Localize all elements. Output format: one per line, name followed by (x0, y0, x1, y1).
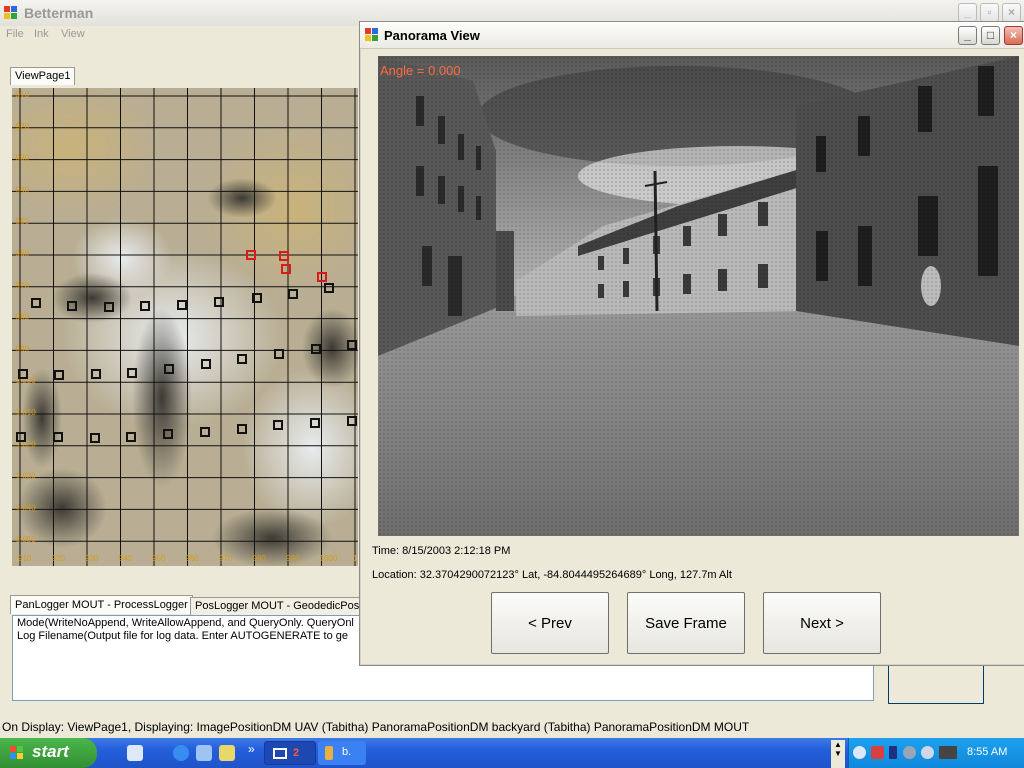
map-x-label: 910 (18, 554, 32, 563)
quicklaunch-pen-icon[interactable] (127, 745, 143, 761)
tray-settings-icon[interactable] (903, 746, 916, 759)
map-x-label: 940 (119, 554, 133, 563)
hidden-button-edge[interactable] (888, 661, 984, 704)
system-tray: 8:55 AM (848, 738, 1024, 768)
quicklaunch-more-icon[interactable]: » (248, 742, 255, 756)
tray-search-icon[interactable] (921, 746, 934, 759)
start-label: start (32, 742, 69, 761)
map-x-label: 960 (186, 554, 200, 563)
clock: 8:55 AM (967, 746, 1008, 758)
next-button[interactable]: Next > (763, 592, 881, 654)
panorama-window-icon (365, 28, 379, 42)
window-icon (273, 748, 287, 759)
main-close-button[interactable]: × (1002, 3, 1021, 22)
map-x-label: 990 (286, 554, 300, 563)
prev-button[interactable]: < Prev (491, 592, 609, 654)
tray-battery-icon[interactable] (889, 746, 897, 759)
panorama-image: Angle = 0.000 (378, 56, 1019, 536)
task-button-b-label: b. (342, 746, 352, 758)
map-y-label: -920 (13, 122, 30, 131)
taskbar: start » 2 b. 8:55 AM (0, 738, 1024, 768)
menu-file[interactable]: File (6, 28, 24, 40)
quicklaunch-media-icon[interactable] (219, 745, 235, 761)
map-y-label: -1,050 (13, 535, 36, 544)
panorama-close-button[interactable]: × (1004, 26, 1023, 45)
map-x-label: 1000 (320, 554, 338, 563)
location-readout: Location: 32.3704290072123° Lat, -84.804… (372, 569, 732, 581)
map-y-label: -990 (13, 344, 30, 353)
map-y-label: -910 (13, 90, 30, 99)
map-x-label: 920 (52, 554, 66, 563)
windows-logo-icon (10, 746, 24, 760)
map-y-label: -930 (13, 154, 30, 163)
map-y-label: -960 (13, 249, 30, 258)
menu-ink[interactable]: Ink (34, 28, 49, 40)
tab-viewpage1[interactable]: ViewPage1 (10, 67, 76, 85)
brush-icon (325, 746, 333, 760)
map-x-label: 980 (253, 554, 267, 563)
taskbar-scroll-arrows[interactable]: ▲ ▼ (831, 740, 845, 768)
map-y-label: -1,030 (13, 472, 36, 481)
tab-poslogger[interactable]: PosLogger MOUT - GeodedicPosi (190, 597, 367, 615)
tray-network-icon[interactable] (871, 746, 884, 759)
log-line-mode: Mode(WriteNoAppend, WriteAllowAppend, an… (17, 617, 354, 629)
panorama-window: Panorama View _ □ × Angle = 0.000 Time: … (359, 21, 1024, 666)
panorama-titlebar[interactable]: Panorama View _ □ × (360, 22, 1024, 49)
panorama-title: Panorama View (384, 28, 480, 43)
map-x-label: 1010 (353, 554, 358, 563)
map-x-label: 970 (219, 554, 233, 563)
app-icon (4, 6, 18, 20)
panorama-minimize-button[interactable]: _ (958, 26, 977, 45)
time-readout: Time: 8/15/2003 2:12:18 PM (372, 545, 511, 557)
task-button-b[interactable]: b. (318, 741, 366, 765)
tray-back-icon[interactable] (853, 746, 866, 759)
quicklaunch-outlook-icon[interactable] (196, 745, 212, 761)
map-x-label: 950 (152, 554, 166, 563)
quicklaunch-ie-icon[interactable] (173, 745, 189, 761)
start-button[interactable]: start (0, 738, 97, 768)
map-y-label: -1,040 (13, 503, 36, 512)
map-canvas[interactable]: -910 -920 -930 -940 -950 -960 -970 -980 -990 -1,0… (12, 88, 358, 566)
main-minimize-button[interactable]: _ (958, 3, 977, 22)
menu-view[interactable]: View (61, 28, 85, 40)
tab-panlogger[interactable]: PanLogger MOUT - ProcessLogger (10, 595, 193, 614)
task-group-button[interactable]: 2 (264, 741, 316, 765)
map-y-label: -970 (13, 281, 30, 290)
map-y-label: -940 (13, 185, 30, 194)
panorama-maximize-button[interactable]: □ (981, 26, 1000, 45)
map-view[interactable]: -910 -920 -930 -940 -950 -960 -970 -980 -990 -1,0… (12, 88, 358, 566)
street-scene (378, 56, 1019, 536)
map-x-label: 930 (85, 554, 99, 563)
main-maximize-button[interactable]: ▫ (980, 3, 999, 22)
map-y-label: -950 (13, 217, 30, 226)
map-y-label: -1,010 (13, 408, 36, 417)
save-frame-button[interactable]: Save Frame (627, 592, 745, 654)
tray-keyboard-icon[interactable] (939, 746, 957, 759)
app-title: Betterman (24, 5, 94, 21)
map-y-label: -980 (13, 313, 30, 322)
status-line: On Display: ViewPage1, Displaying: Image… (2, 720, 750, 734)
angle-readout: Angle = 0.000 (380, 63, 461, 78)
task-group-count: 2 (293, 747, 300, 759)
log-line-filename: Log Filename(Output file for log data. E… (17, 630, 348, 642)
